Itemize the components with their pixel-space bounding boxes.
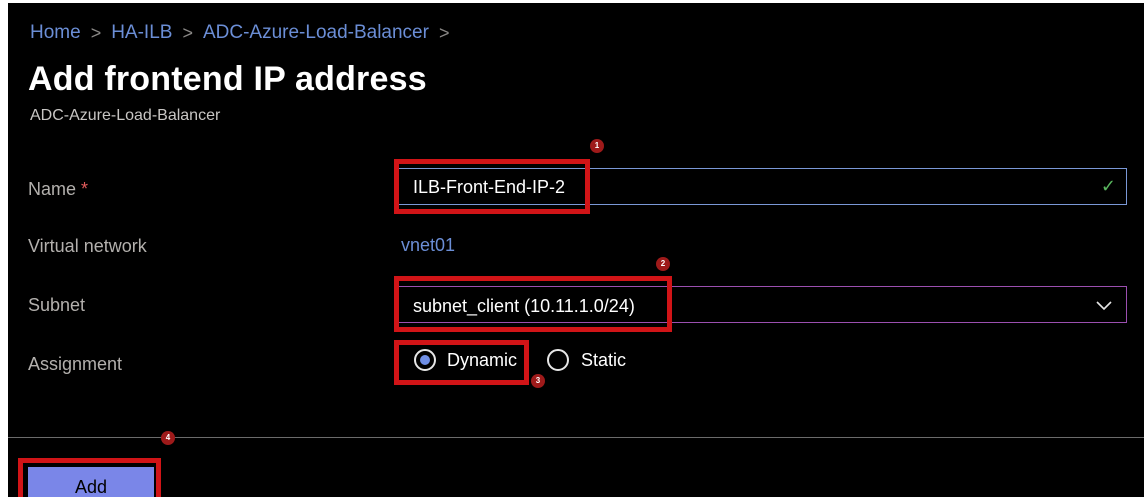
step-badge-3: 3 [531, 374, 545, 388]
checkmark-icon: ✓ [1100, 176, 1116, 196]
subnet-label: Subnet [28, 295, 86, 315]
page-title: Add frontend IP address [28, 60, 427, 98]
highlight-dynamic-option [394, 340, 529, 385]
highlight-subnet-dropdown [394, 276, 672, 332]
step-badge-4: 4 [161, 431, 175, 445]
virtual-network-link[interactable]: vnet01 [401, 235, 455, 256]
step-badge-2: 2 [656, 257, 670, 271]
required-marker: * [81, 179, 89, 199]
virtual-network-label: Virtual network [28, 236, 147, 256]
highlight-add-button [18, 458, 161, 497]
breadcrumb-separator-icon: > [182, 22, 193, 43]
name-label: Name * [28, 179, 88, 200]
assignment-label: Assignment [28, 354, 123, 374]
name-label-text: Name [28, 179, 77, 199]
chevron-down-icon [1096, 301, 1112, 311]
breadcrumb-load-balancer[interactable]: ADC-Azure-Load-Balancer [203, 22, 429, 44]
breadcrumb: Home > HA-ILB > ADC-Azure-Load-Balancer … [30, 22, 449, 44]
step-badge-1: 1 [590, 139, 604, 153]
breadcrumb-separator-icon: > [90, 22, 102, 43]
breadcrumb-home[interactable]: Home [30, 22, 81, 44]
radio-static-label[interactable]: Static [581, 350, 626, 371]
blade-panel: Home > HA-ILB > ADC-Azure-Load-Balancer … [8, 3, 1144, 497]
highlight-name-input [394, 159, 590, 214]
radio-static[interactable] [547, 349, 569, 371]
breadcrumb-separator-icon: > [438, 22, 450, 43]
breadcrumb-ha-ilb[interactable]: HA-ILB [111, 22, 172, 44]
footer-divider [8, 437, 1144, 438]
page-subtitle: ADC-Azure-Load-Balancer [30, 107, 221, 124]
